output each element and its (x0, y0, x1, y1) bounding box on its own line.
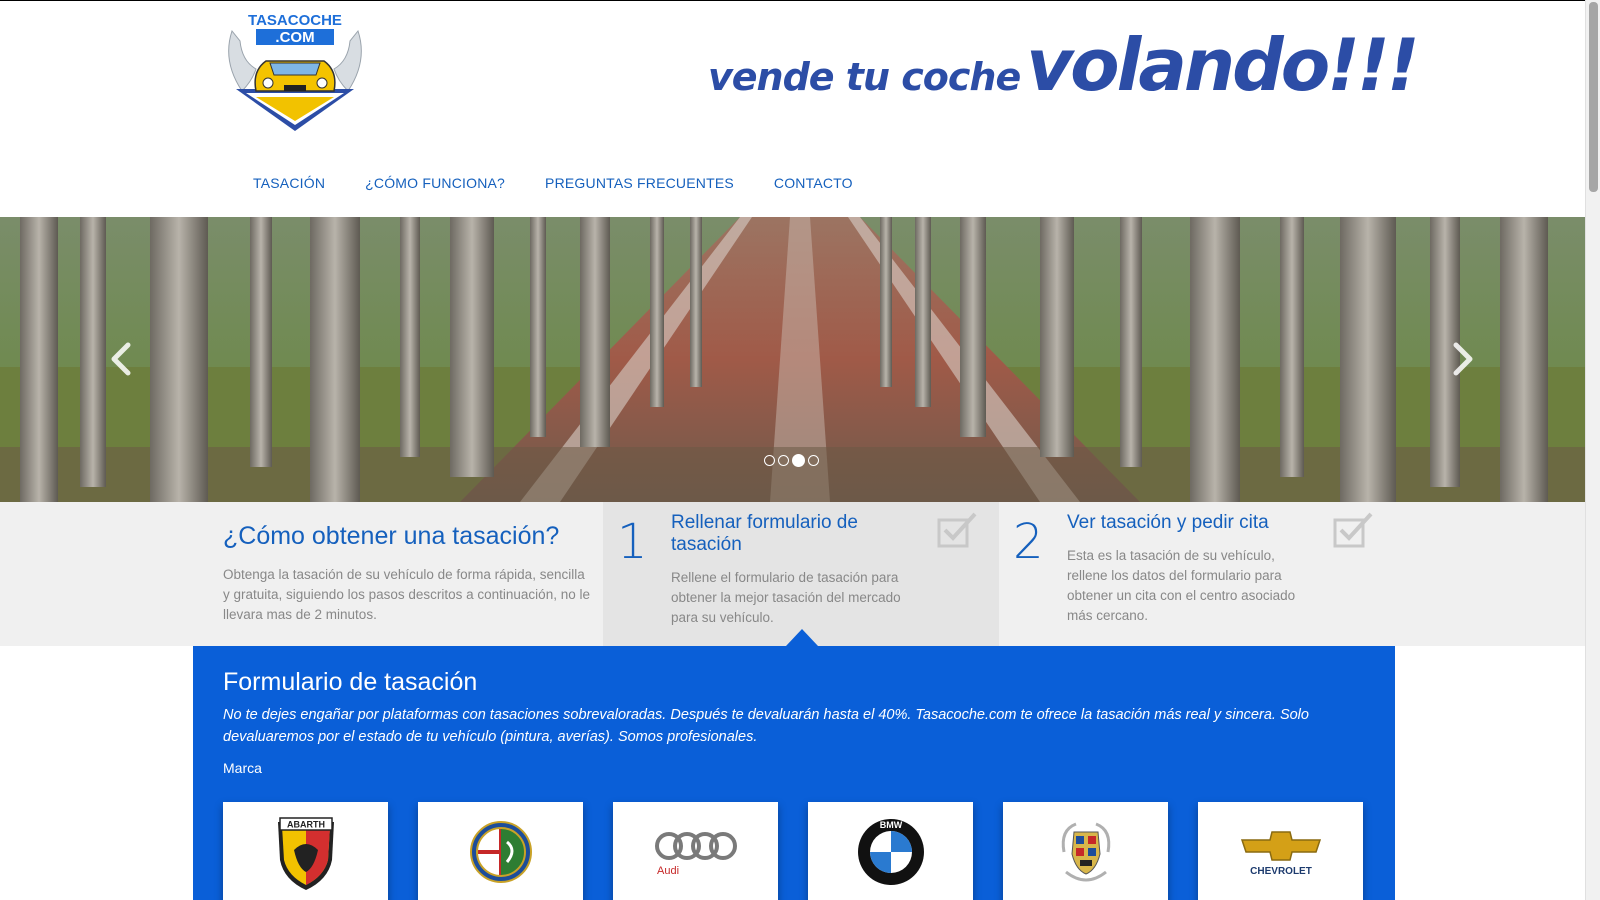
brand-name: Audi (657, 865, 679, 877)
checkbox-icon (937, 512, 977, 548)
step-title: Ver tasación y pedir cita (1067, 512, 1269, 533)
brand-card-chevrolet[interactable]: CHEVROLET (1198, 802, 1363, 900)
carousel-dot-2[interactable] (778, 455, 789, 466)
chevron-right-icon (1453, 342, 1473, 376)
chevron-left-icon (111, 342, 131, 376)
carousel-dot-3[interactable] (792, 454, 805, 467)
form-title: Formulario de tasación (223, 668, 478, 696)
brand-card-alfa-romeo[interactable] (418, 802, 583, 900)
how-to-steps: ¿Cómo obtener una tasación? Obtenga la t… (0, 502, 1585, 646)
brand-list: ABARTH Audi BMW CHEVROLET (223, 802, 1363, 900)
carousel-prev-button[interactable] (106, 339, 136, 379)
slogan: vende tu cochevolando!!! (708, 23, 1420, 107)
brand-name: BMW (879, 820, 902, 830)
brand-card-abarth[interactable]: ABARTH (223, 802, 388, 900)
step-number: 2 (1013, 514, 1044, 570)
scrollbar-thumb[interactable] (1589, 2, 1598, 192)
alfa-romeo-logo-icon (469, 821, 532, 883)
brand-name: ABARTH (287, 820, 325, 830)
nav-como-funciona[interactable]: ¿CÓMO FUNCIONA? (345, 169, 525, 197)
carousel-indicators (764, 454, 819, 467)
bmw-logo-icon: BMW (857, 819, 924, 885)
audi-logo-icon: Audi (654, 832, 737, 877)
main-nav: TASACIÓN ¿CÓMO FUNCIONA? PREGUNTAS FRECU… (233, 169, 873, 197)
nav-tasacion[interactable]: TASACIÓN (233, 169, 345, 197)
form-description: No te dejes engañar por plataformas con … (223, 707, 1309, 745)
nav-preguntas-frecuentes[interactable]: PREGUNTAS FRECUENTES (525, 169, 754, 197)
logo-text-bottom: .COM (275, 29, 314, 46)
cadillac-logo-icon (1061, 822, 1110, 882)
valuation-form: Formulario de tasación No te dejes engañ… (193, 646, 1395, 900)
steps-intro: ¿Cómo obtener una tasación? Obtenga la t… (223, 522, 593, 625)
carousel-next-button[interactable] (1448, 339, 1478, 379)
nav-contacto[interactable]: CONTACTO (754, 169, 873, 197)
carousel-dot-4[interactable] (808, 455, 819, 466)
checkbox-icon (1333, 512, 1373, 548)
step-1[interactable]: 1 Rellenar formulario de tasación Rellen… (603, 502, 999, 646)
hero-carousel (0, 217, 1585, 502)
carousel-dot-1[interactable] (764, 455, 775, 466)
step-text: Rellene el formulario de tasación para o… (671, 570, 901, 625)
brand-card-audi[interactable]: Audi (613, 802, 778, 900)
brand-name: CHEVROLET (1250, 866, 1312, 877)
brand-card-bmw[interactable]: BMW (808, 802, 973, 900)
site-header: TASACOCHE .COM vende tu cochevolando!!! … (0, 0, 1585, 217)
slogan-big: volando!!! (1026, 23, 1419, 107)
step-number: 1 (617, 514, 648, 570)
abarth-logo-icon: ABARTH (277, 817, 334, 890)
slogan-small: vende tu coche (708, 55, 1021, 99)
chevrolet-logo-icon: CHEVROLET (1240, 831, 1321, 877)
step-2[interactable]: 2 Ver tasación y pedir cita Esta es la t… (999, 502, 1395, 646)
step-text: Esta es la tasación de su vehículo, rell… (1067, 548, 1296, 623)
brand-label: Marca (223, 760, 262, 776)
page-scrollbar[interactable] (1585, 0, 1600, 900)
site-logo[interactable]: TASACOCHE .COM (222, 11, 368, 133)
active-step-pointer (786, 629, 818, 646)
step-title: Rellenar formulario de tasación (671, 512, 858, 555)
steps-intro-title: ¿Cómo obtener una tasación? (223, 522, 560, 550)
logo-text-top: TASACOCHE (248, 12, 342, 29)
steps-intro-text: Obtenga la tasación de su vehículo de fo… (223, 567, 590, 622)
brand-card-cadillac[interactable] (1003, 802, 1168, 900)
